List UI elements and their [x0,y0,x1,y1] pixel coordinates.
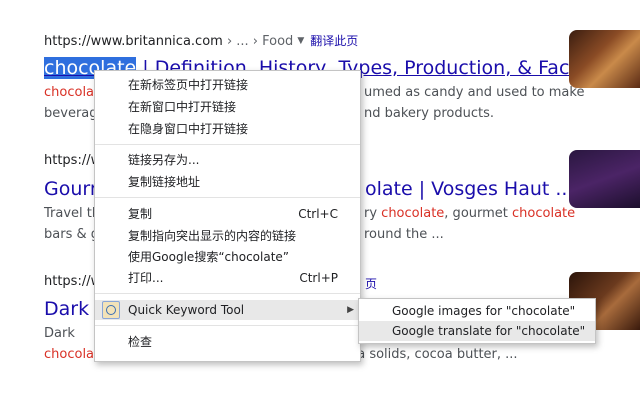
menu-item-inspect[interactable]: 检查 [95,332,360,352]
submenu-item-label: Google images for "chocolate" [392,304,576,318]
result-1-snippet-line-1-tail: umed as candy and used to make [364,85,585,100]
menu-item-open-in-new-window[interactable]: 在新窗口中打开链接 [95,97,360,117]
quick-keyword-tool-icon [102,301,120,319]
menu-item-label: 检查 [128,335,153,349]
menu-item-label: 在新窗口中打开链接 [128,100,237,114]
result-2-snippet-line-1-tail: ry chocolate, gourmet chocolate [364,206,575,221]
menu-item-copy-link-to-highlight[interactable]: 复制指向突出显示的内容的链接 [95,226,360,246]
result-1-thumbnail[interactable] [569,30,640,88]
menu-divider [95,144,360,145]
result-2-title-tail[interactable]: olate | Vosges Haut ... [365,178,573,200]
menu-item-copy[interactable]: 复制 Ctrl+C [95,204,360,224]
submenu-item-google-translate[interactable]: Google translate for "chocolate" [359,321,595,341]
menu-item-search-google[interactable]: 使用Google搜索“chocolate” [95,247,360,267]
menu-item-shortcut: Ctrl+P [299,271,338,285]
submenu-arrow-icon: ▶ [347,305,354,315]
result-2-snippet-line-2: bars & g [44,227,99,242]
result-3-snippet-line-1: Dark [44,326,75,341]
result-3-url[interactable]: https://w [44,274,101,289]
result-2-thumbnail[interactable] [569,150,640,208]
menu-item-label: 复制 [128,207,153,221]
menu-item-label: 在隐身窗口中打开链接 [128,122,249,136]
result-1-snippet-line-1: chocolat [44,85,99,100]
result-2-snippet-keyword: chocolate [381,206,445,221]
menu-item-label: 复制链接地址 [128,175,201,189]
menu-item-print[interactable]: 打印... Ctrl+P [95,268,360,288]
result-2-url[interactable]: https://w [44,153,101,168]
result-2-snippet-keyword: chocolate [512,206,576,221]
menu-item-label: 打印... [128,271,164,285]
result-1-snippet-line-2: beverag [44,106,98,121]
result-1-breadcrumb: › ... › Food [222,34,294,49]
menu-item-copy-link-address[interactable]: 复制链接地址 [95,172,360,192]
menu-item-open-in-new-tab[interactable]: 在新标签页中打开链接 [95,75,360,95]
menu-item-label: 使用Google搜索“chocolate” [128,250,290,264]
menu-item-quick-keyword-tool[interactable]: Quick Keyword Tool ▶ [95,300,360,320]
menu-item-label: 在新标签页中打开链接 [128,78,249,92]
result-2-title-head[interactable]: Gourr [44,178,98,200]
result-2-snippet-line-1: Travel th [44,206,101,221]
menu-item-save-link-as[interactable]: 链接另存为... [95,150,360,170]
result-2-snippet-text: , gourmet [444,206,513,221]
result-1-translate-link[interactable]: 翻译此页 [310,34,358,48]
result-1-snippet-keyword: chocolat [44,85,100,100]
menu-item-open-in-incognito[interactable]: 在隐身窗口中打开链接 [95,119,360,139]
result-1-menu-caret-icon[interactable]: ▼ [297,36,304,46]
submenu-item-label: Google translate for "chocolate" [392,324,586,338]
result-1-domain: https://www.britannica.com [44,34,223,49]
result-3-translate-link[interactable]: 页 [365,275,377,292]
menu-item-label: 链接另存为... [128,153,200,167]
menu-item-label: Quick Keyword Tool [128,303,245,317]
submenu-item-google-images[interactable]: Google images for "chocolate" [359,301,595,321]
result-1-url[interactable]: https://www.britannica.com › ... › Food ▼… [44,32,358,49]
result-1-snippet-line-2-tail: nd bakery products. [364,106,494,121]
menu-item-shortcut: Ctrl+C [298,207,338,221]
menu-item-label: 复制指向突出显示的内容的链接 [128,229,297,243]
context-menu: 在新标签页中打开链接 在新窗口中打开链接 在隐身窗口中打开链接 链接另存为...… [94,70,361,362]
menu-divider [95,293,360,294]
result-2-snippet-line-2-tail: round the ... [364,227,444,242]
menu-divider [95,197,360,198]
menu-divider [95,325,360,326]
quick-keyword-submenu: Google images for "chocolate" Google tra… [358,298,596,344]
result-2-snippet-text: ry [364,206,382,221]
